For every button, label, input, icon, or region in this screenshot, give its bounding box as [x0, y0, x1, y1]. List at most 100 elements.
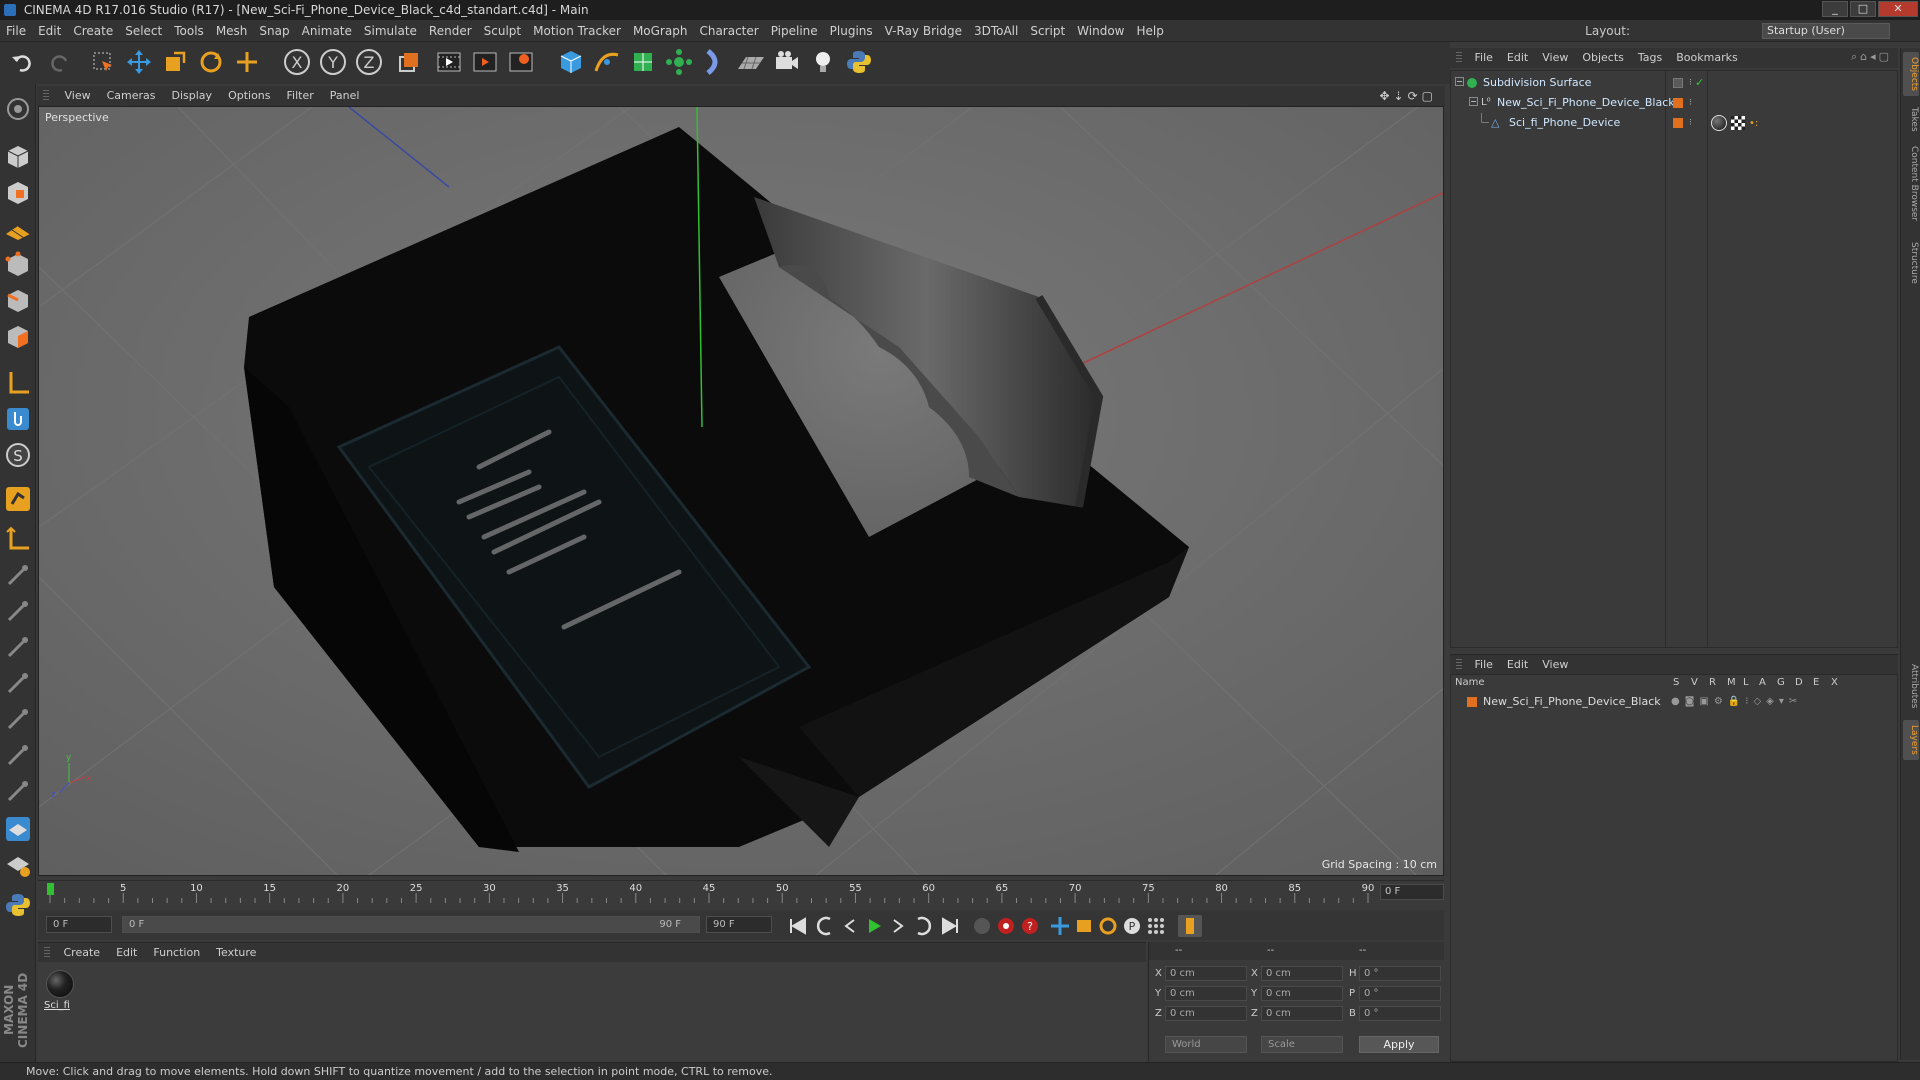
- light-icon[interactable]: [808, 47, 838, 77]
- visibility-dots[interactable]: ⁝: [1689, 113, 1692, 133]
- expand-toggle[interactable]: −: [1469, 97, 1478, 106]
- y-axis-button[interactable]: Y: [318, 47, 348, 77]
- viewport-menu-filter[interactable]: Filter: [279, 86, 322, 106]
- playhead[interactable]: [47, 883, 54, 895]
- object-row-sci-fi-phone-device[interactable]: △ Sci_fi_Phone_Device ⁝ •:: [1451, 113, 1897, 133]
- z-axis-button[interactable]: Z: [354, 47, 384, 77]
- material-menu-function[interactable]: Function: [145, 943, 208, 963]
- maximize-button[interactable]: □: [1850, 1, 1876, 17]
- key-scale-icon[interactable]: [1072, 915, 1096, 937]
- recent-tool-icon[interactable]: [232, 47, 262, 77]
- expand-toggle[interactable]: −: [1455, 77, 1464, 86]
- rot-p-field[interactable]: 0 °: [1359, 986, 1441, 1001]
- 3d-viewport[interactable]: x y z Perspective Grid Spacing : 10 cm: [38, 106, 1444, 876]
- menu-plugins[interactable]: Plugins: [824, 20, 879, 42]
- menu-mograph[interactable]: MoGraph: [627, 20, 694, 42]
- menu-help[interactable]: Help: [1130, 20, 1169, 42]
- menu-select[interactable]: Select: [119, 20, 168, 42]
- workplane-lock-icon[interactable]: [3, 814, 33, 844]
- col-generators[interactable]: G: [1777, 677, 1785, 688]
- material-menu-create[interactable]: Create: [56, 943, 109, 963]
- object-row-phone-device-black[interactable]: − L⁰ New_Sci_Fi_Phone_Device_Black ⁝: [1451, 93, 1897, 113]
- floor-icon[interactable]: [736, 47, 766, 77]
- redo-icon[interactable]: [44, 47, 74, 77]
- brush-tool-4-icon[interactable]: [3, 668, 33, 698]
- menu-vray-bridge[interactable]: V-Ray Bridge: [879, 20, 968, 42]
- make-editable-icon[interactable]: [3, 94, 33, 124]
- next-keyframe-icon[interactable]: [910, 915, 934, 937]
- goto-start-icon[interactable]: [786, 915, 810, 937]
- prev-frame-icon[interactable]: [838, 915, 862, 937]
- phong-tag-icon[interactable]: •:: [1749, 114, 1758, 134]
- tab-content-browser[interactable]: Content Browser: [1903, 142, 1919, 226]
- viewport-camera-label[interactable]: Perspective: [45, 111, 109, 124]
- spline-pen-icon[interactable]: [592, 47, 622, 77]
- end-frame-field[interactable]: 90 F: [706, 916, 772, 933]
- start-frame-field[interactable]: 0 F: [46, 916, 112, 933]
- size-mode-dropdown[interactable]: Scale: [1261, 1036, 1343, 1053]
- texture-mode-icon[interactable]: [3, 178, 33, 208]
- viewport-menu-display[interactable]: Display: [164, 86, 221, 106]
- apply-button[interactable]: Apply: [1359, 1036, 1439, 1053]
- layer-row[interactable]: New_Sci_Fi_Phone_Device_Black ●◙▣⚙🔒⁝◇◈▾✂: [1451, 693, 1897, 711]
- tweak-mode-icon[interactable]: [3, 404, 33, 434]
- grid-snap-icon[interactable]: [3, 850, 33, 880]
- camera-icon[interactable]: [772, 47, 802, 77]
- panel-grip[interactable]: [43, 90, 49, 102]
- model-mode-icon[interactable]: [3, 142, 33, 172]
- scale-icon[interactable]: [160, 47, 190, 77]
- brush-tool-1-icon[interactable]: [3, 560, 33, 590]
- prev-keyframe-icon[interactable]: [814, 915, 838, 937]
- menu-motion-tracker[interactable]: Motion Tracker: [527, 20, 627, 42]
- layer-color-swatch[interactable]: [1467, 697, 1477, 707]
- uvw-tag-icon[interactable]: [1731, 116, 1745, 130]
- object-menu-bookmarks[interactable]: Bookmarks: [1669, 48, 1744, 68]
- deformer-icon[interactable]: [700, 47, 730, 77]
- subdivision-icon[interactable]: [628, 47, 658, 77]
- visibility-dots[interactable]: ⁝: [1689, 73, 1692, 93]
- menu-script[interactable]: Script: [1024, 20, 1071, 42]
- menu-window[interactable]: Window: [1071, 20, 1130, 42]
- panel-grip[interactable]: [1456, 52, 1462, 64]
- viewport-menu-panel[interactable]: Panel: [322, 86, 368, 106]
- minimize-button[interactable]: _: [1822, 1, 1848, 17]
- layer-swatch[interactable]: [1673, 98, 1683, 108]
- pos-y-field[interactable]: 0 cm: [1165, 986, 1247, 1001]
- menu-animate[interactable]: Animate: [296, 20, 358, 42]
- col-expressions[interactable]: E: [1813, 677, 1819, 688]
- object-menu-tags[interactable]: Tags: [1631, 48, 1669, 68]
- points-mode-icon[interactable]: [3, 250, 33, 280]
- rot-h-field[interactable]: 0 °: [1359, 966, 1441, 981]
- tab-objects[interactable]: Objects: [1903, 52, 1919, 96]
- layer-menu-view[interactable]: View: [1535, 655, 1575, 675]
- pos-z-field[interactable]: 0 cm: [1165, 1006, 1247, 1021]
- object-row-subdivision-surface[interactable]: − Subdivision Surface ⁝ ✓: [1451, 73, 1897, 93]
- render-settings-icon[interactable]: [506, 47, 536, 77]
- close-button[interactable]: ✕: [1878, 1, 1918, 17]
- col-deformers[interactable]: D: [1795, 677, 1803, 688]
- frame-range-slider[interactable]: 0 F 90 F: [122, 916, 700, 933]
- current-frame-field[interactable]: 0 F: [1380, 884, 1444, 900]
- next-frame-icon[interactable]: [886, 915, 910, 937]
- brush-tool-6-icon[interactable]: [3, 740, 33, 770]
- material-menu-texture[interactable]: Texture: [208, 943, 264, 963]
- render-view-icon[interactable]: [434, 47, 464, 77]
- col-solo[interactable]: S: [1673, 677, 1679, 688]
- viewport-navigation-icons[interactable]: ✥⇣⟳▢: [1379, 89, 1437, 103]
- layout-dropdown[interactable]: Startup (User): [1762, 23, 1890, 39]
- key-rotation-icon[interactable]: [1096, 915, 1120, 937]
- undo-icon[interactable]: [8, 47, 38, 77]
- goto-end-icon[interactable]: [938, 915, 962, 937]
- move-icon[interactable]: [124, 47, 154, 77]
- axis-mode-icon[interactable]: [3, 368, 33, 398]
- tab-structure[interactable]: Structure: [1903, 238, 1919, 288]
- coordinate-space-dropdown[interactable]: World: [1165, 1036, 1247, 1053]
- menu-sculpt[interactable]: Sculpt: [478, 20, 527, 42]
- live-select-icon[interactable]: [88, 47, 118, 77]
- edges-mode-icon[interactable]: [3, 286, 33, 316]
- viewport-menu-view[interactable]: View: [57, 86, 99, 106]
- material-tag-icon[interactable]: [1711, 115, 1727, 131]
- tab-takes[interactable]: Takes: [1903, 104, 1919, 134]
- python-script-icon[interactable]: [3, 890, 33, 920]
- axis-tool-icon[interactable]: [3, 524, 33, 554]
